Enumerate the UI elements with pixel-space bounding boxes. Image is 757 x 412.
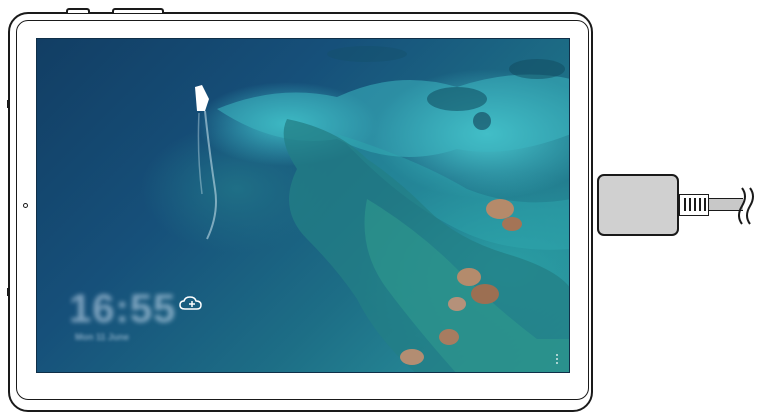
side-notch: [591, 288, 593, 296]
lock-screen[interactable]: 16:55 Mon 11 June: [36, 38, 570, 373]
usb-connector: [679, 194, 709, 216]
usb-plug: [597, 174, 679, 236]
front-camera: [23, 203, 28, 208]
lock-clock: 16:55: [69, 287, 177, 331]
power-button[interactable]: [66, 8, 90, 13]
more-vertical-icon[interactable]: [555, 354, 559, 366]
cable-break-icon: [738, 187, 754, 225]
volume-button[interactable]: [112, 8, 164, 13]
side-notch: [7, 288, 9, 296]
cloud-add-icon[interactable]: [179, 295, 203, 313]
side-notch: [591, 100, 593, 108]
boat: [195, 85, 209, 111]
side-notch: [7, 100, 9, 108]
lock-date: Mon 11 June: [75, 332, 130, 342]
